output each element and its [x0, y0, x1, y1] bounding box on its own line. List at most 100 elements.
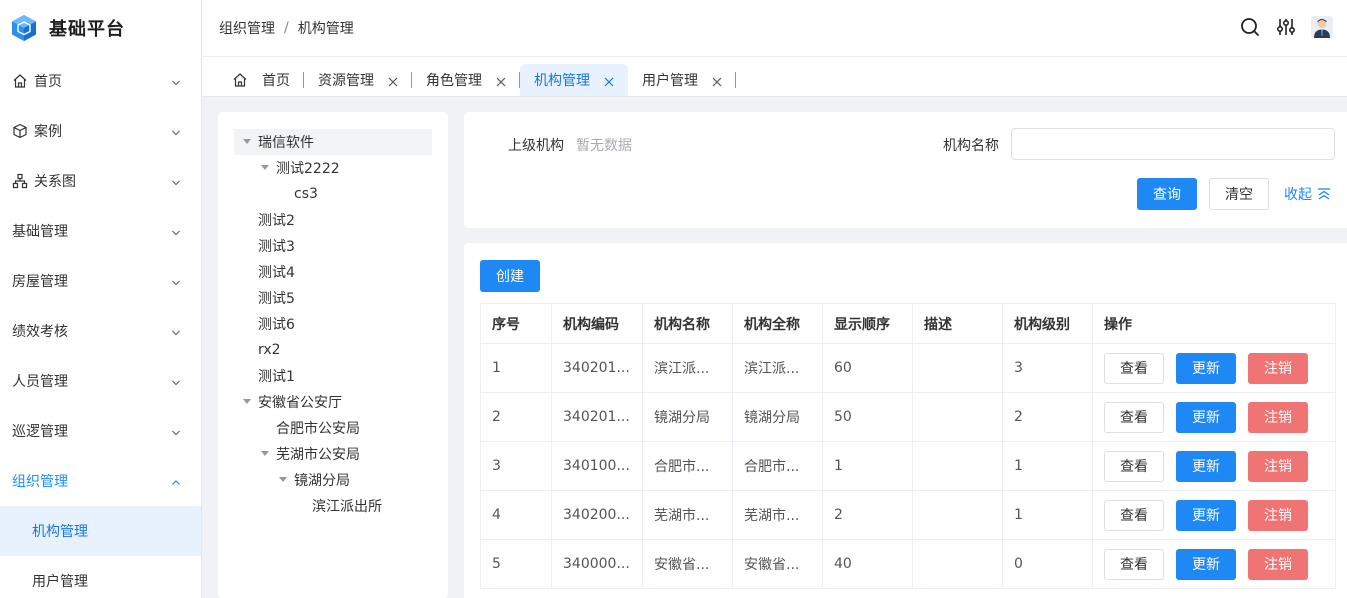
column-header: 显示顺序 [822, 303, 913, 344]
tree-node[interactable]: 测试3 [218, 233, 448, 259]
deactivate-button[interactable]: 注销 [1248, 450, 1308, 482]
content-area: 瑞信软件测试2222 cs3 测试2 测试3 测试4 测试5 测试6 rx2 测试1 安徽省公安厅… [202, 97, 1347, 598]
caret-down-icon[interactable] [260, 449, 270, 459]
caret-down-icon[interactable] [260, 163, 270, 173]
breadcrumb-item: 机构管理 [297, 21, 354, 37]
caret-down-icon[interactable] [242, 137, 252, 147]
table-cell: 340000... [551, 539, 643, 589]
sidebar-item[interactable]: 首页 [0, 56, 201, 106]
tree-node[interactable]: cs3 [218, 181, 448, 207]
sidebar-item[interactable]: 组织管理 [0, 456, 201, 506]
tree-node[interactable]: 合肥市公安局 [218, 415, 448, 441]
clear-button[interactable]: 清空 [1209, 178, 1269, 210]
table-cell [912, 539, 1003, 589]
sidebar-item-label: 组织管理 [12, 474, 68, 490]
table-cell: 芜湖市... [642, 490, 733, 540]
table-cell: 5 [480, 539, 552, 589]
table-cell: 滨江派... [642, 343, 733, 393]
sidebar-subitem[interactable]: 机构管理 [0, 506, 201, 556]
caret-down-icon[interactable] [278, 475, 288, 485]
tree-node[interactable]: 滨江派出所 [218, 493, 448, 519]
tree-node-label: 安徽省公安厅 [258, 395, 342, 411]
parent-org-select[interactable]: 暂无数据 [576, 135, 632, 155]
tree-node[interactable]: 安徽省公安厅 [218, 389, 448, 415]
tabs-bar: 首页 资源管理 角色管理 机构管理 用户管理 [202, 57, 1347, 97]
parent-org-label: 上级机构 [508, 138, 564, 154]
tab[interactable]: 机构管理 [520, 64, 628, 96]
view-button[interactable]: 查看 [1104, 548, 1164, 580]
tree-node[interactable]: 镜湖分局 [218, 467, 448, 493]
tree-node-label: 测试3 [258, 239, 295, 255]
column-header: 操作 [1092, 303, 1336, 344]
table-row: 3 340100... 合肥市... 合肥市... 1 1 查看 更新 注销 [480, 441, 1336, 491]
table-cell: 滨江派... [732, 343, 823, 393]
deactivate-button[interactable]: 注销 [1248, 548, 1308, 580]
actions-cell: 查看 更新 注销 [1092, 392, 1336, 442]
tree-node[interactable]: 测试4 [218, 259, 448, 285]
table-cell [912, 490, 1003, 540]
table-header-row: 序号 机构编码 机构名称 机构全称 显示顺序 描述 机构级别 操作 [480, 303, 1336, 344]
tab[interactable]: 首页 [218, 64, 304, 96]
tree-node-label: 测试4 [258, 265, 295, 281]
view-button[interactable]: 查看 [1104, 499, 1164, 531]
update-button[interactable]: 更新 [1176, 401, 1236, 433]
tree-node[interactable]: 芜湖市公安局 [218, 441, 448, 467]
breadcrumb-item[interactable]: 组织管理 [219, 18, 275, 38]
sidebar-item-label: 人员管理 [12, 374, 68, 390]
table-cell: 340201... [551, 343, 643, 393]
search-icon[interactable] [1239, 16, 1261, 38]
tree-node[interactable]: 测试5 [218, 285, 448, 311]
tab[interactable]: 资源管理 [304, 64, 412, 96]
settings-sliders-icon[interactable] [1275, 16, 1297, 38]
tree-node[interactable]: 瑞信软件 [234, 129, 432, 155]
sidebar-subitem[interactable]: 用户管理 [0, 556, 201, 598]
tab-label: 用户管理 [642, 73, 698, 89]
chevron-up-icon [171, 476, 181, 486]
update-button[interactable]: 更新 [1176, 352, 1236, 384]
tree-node-label: 瑞信软件 [258, 135, 314, 151]
tab[interactable]: 用户管理 [628, 64, 736, 96]
sidebar-item[interactable]: 案例 [0, 106, 201, 156]
tree-node[interactable]: 测试1 [218, 363, 448, 389]
actions-cell: 查看 更新 注销 [1092, 441, 1336, 491]
tree-node[interactable]: 测试6 [218, 311, 448, 337]
sidebar-item[interactable]: 房屋管理 [0, 256, 201, 306]
collapse-label: 收起 [1284, 187, 1312, 203]
caret-down-icon[interactable] [242, 397, 252, 407]
sidebar-item[interactable]: 关系图 [0, 156, 201, 206]
collapse-link[interactable]: 收起 [1284, 184, 1331, 204]
table-cell: 芜湖市... [732, 490, 823, 540]
view-button[interactable]: 查看 [1104, 450, 1164, 482]
tree-node-label: 测试5 [258, 291, 295, 307]
deactivate-button[interactable]: 注销 [1248, 499, 1308, 531]
table-cell: 1 [1002, 441, 1093, 491]
update-button[interactable]: 更新 [1176, 450, 1236, 482]
tab[interactable]: 角色管理 [412, 64, 520, 96]
tree-node-label: cs3 [294, 186, 318, 202]
query-button[interactable]: 查询 [1137, 178, 1197, 210]
tree-node[interactable]: rx2 [218, 337, 448, 363]
sidebar-item[interactable]: 绩效考核 [0, 306, 201, 356]
tree-node[interactable]: 测试2222 [218, 155, 448, 181]
view-button[interactable]: 查看 [1104, 401, 1164, 433]
update-button[interactable]: 更新 [1176, 499, 1236, 531]
close-icon[interactable] [496, 75, 506, 87]
close-icon[interactable] [604, 75, 614, 87]
sidebar-item[interactable]: 巡逻管理 [0, 406, 201, 456]
chevron-down-icon [171, 326, 181, 336]
tree-node-label: 芜湖市公安局 [276, 447, 360, 463]
deactivate-button[interactable]: 注销 [1248, 401, 1308, 433]
close-icon[interactable] [388, 75, 398, 87]
sidebar-item[interactable]: 人员管理 [0, 356, 201, 406]
sidebar-item-label: 案例 [34, 124, 62, 140]
close-icon[interactable] [712, 75, 722, 87]
avatar[interactable] [1311, 16, 1333, 38]
view-button[interactable]: 查看 [1104, 352, 1164, 384]
create-button[interactable]: 创建 [480, 260, 540, 292]
update-button[interactable]: 更新 [1176, 548, 1236, 580]
org-name-input[interactable] [1011, 128, 1335, 160]
tree-node[interactable]: 测试2 [218, 207, 448, 233]
chevron-down-icon [171, 176, 181, 186]
deactivate-button[interactable]: 注销 [1248, 352, 1308, 384]
sidebar-item[interactable]: 基础管理 [0, 206, 201, 256]
